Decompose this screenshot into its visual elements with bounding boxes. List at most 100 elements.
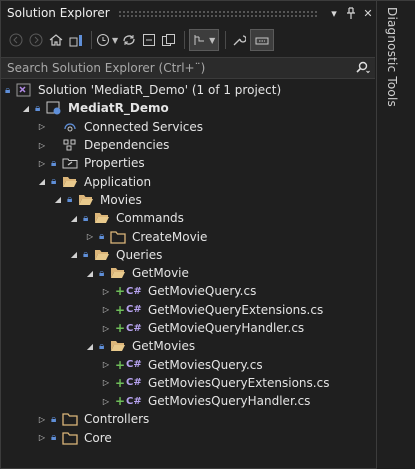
tree-item-label: Properties — [84, 156, 145, 171]
tree-item-file[interactable]: ▷ + C# GetMoviesQuery.cs — [1, 355, 375, 373]
folder-open-icon — [94, 248, 110, 262]
lock-icon: 🔒︎ — [5, 84, 11, 96]
window-position-dropdown-button[interactable]: ▾ — [327, 5, 341, 21]
tree-item-dependencies[interactable]: ▷ Dependencies — [1, 136, 375, 154]
home-icon[interactable] — [47, 29, 65, 51]
collapsed-icon[interactable]: ▷ — [101, 397, 111, 406]
collapsed-icon[interactable]: ▷ — [101, 324, 111, 333]
collapsed-icon[interactable]: ▷ — [85, 232, 95, 241]
tree-item-project[interactable]: ◢ 🔒︎ MediatR_Demo — [1, 99, 375, 117]
tree-item-label: Commands — [116, 211, 184, 226]
tree-item-label: Connected Services — [84, 119, 204, 134]
lock-icon: 🔒︎ — [51, 413, 57, 425]
toolbar: ▼ ▼ — [1, 25, 375, 55]
collapsed-icon[interactable]: ▷ — [101, 305, 111, 314]
toolbar-separator — [225, 31, 227, 49]
collapsed-icon[interactable]: ▷ — [37, 159, 47, 168]
collapsed-icon[interactable]: ▷ — [37, 122, 47, 131]
tree-item-solution[interactable]: 🔒︎ Solution 'MediatR_Demo' (1 of 1 proje… — [1, 81, 375, 99]
show-all-files-icon[interactable] — [160, 29, 178, 51]
pin-icon[interactable] — [344, 5, 358, 21]
toolbar-separator — [184, 31, 186, 49]
added-icon: + — [115, 375, 126, 390]
expanded-icon[interactable]: ◢ — [69, 214, 79, 223]
back-icon[interactable] — [7, 29, 25, 51]
title-bar: Solution Explorer ▾ ✕ — [1, 1, 375, 25]
tree-item-label: MediatR_Demo — [68, 101, 169, 116]
tree-item-get-movies[interactable]: ◢ 🔒︎ GetMovies — [1, 337, 375, 355]
switch-views-icon[interactable] — [67, 29, 85, 51]
search-input[interactable]: Search Solution Explorer (Ctrl+¨) — [7, 61, 349, 75]
tree-item-controllers[interactable]: ▷ 🔒︎ Controllers — [1, 410, 375, 428]
collapsed-icon[interactable]: ▷ — [101, 360, 111, 369]
tree-item-label: Core — [84, 430, 112, 445]
csharp-file-icon: C# — [126, 285, 142, 297]
tree-item-properties[interactable]: ▷ 🔒︎ Properties — [1, 154, 375, 172]
expanded-icon[interactable]: ◢ — [21, 104, 31, 113]
tree-item-file[interactable]: ▷ + C# GetMoviesQueryExtensions.cs — [1, 374, 375, 392]
tree-item-create-movie[interactable]: ▷ 🔒︎ CreateMovie — [1, 227, 375, 245]
expanded-icon[interactable]: ◢ — [69, 250, 79, 259]
folder-icon — [62, 412, 78, 427]
tree-item-queries[interactable]: ◢ 🔒︎ Queries — [1, 246, 375, 264]
filter-icon[interactable]: ▼ — [189, 29, 220, 51]
lock-icon: 🔒︎ — [83, 249, 89, 261]
expanded-icon[interactable]: ◢ — [53, 195, 63, 204]
tree-item-label: Application — [84, 174, 152, 189]
search-icon[interactable] — [349, 61, 375, 75]
close-icon[interactable]: ✕ — [361, 5, 375, 21]
tree-item-connected-services[interactable]: ▷ Connected Services — [1, 118, 375, 136]
tree-item-get-movie[interactable]: ◢ 🔒︎ GetMovie — [1, 264, 375, 282]
csharp-file-icon: C# — [126, 322, 142, 334]
lock-icon: 🔒︎ — [83, 212, 89, 224]
solution-explorer-window: Solution Explorer ▾ ✕ ▼ ▼ Search Solutio… — [0, 0, 415, 469]
lock-icon: 🔒︎ — [51, 176, 57, 188]
tree-item-file[interactable]: ▷ + C# GetMovieQueryHandler.cs — [1, 319, 375, 337]
tree-item-label: Dependencies — [84, 138, 170, 153]
tree-item-label: Movies — [100, 192, 142, 207]
diagnostic-tools-tab[interactable]: Diagnostic Tools — [385, 7, 399, 107]
tree-item-label: Controllers — [84, 412, 150, 427]
collapsed-icon[interactable]: ▷ — [101, 378, 111, 387]
web-project-icon — [46, 101, 62, 115]
folder-icon — [110, 230, 126, 244]
solution-tree: 🔒︎ Solution 'MediatR_Demo' (1 of 1 proje… — [1, 81, 375, 447]
history-icon[interactable]: ▼ — [96, 29, 118, 51]
sync-icon[interactable] — [120, 29, 138, 51]
chevron-down-icon[interactable]: ▼ — [112, 36, 118, 45]
tree-item-label: Queries — [116, 247, 163, 262]
tree-item-commands[interactable]: ◢ 🔒︎ Commands — [1, 209, 375, 227]
tree-item-file[interactable]: ▷ + C# GetMoviesQueryHandler.cs — [1, 392, 375, 410]
collapsed-icon[interactable]: ▷ — [37, 141, 47, 150]
collapsed-icon[interactable]: ▷ — [37, 433, 47, 442]
tree-item-label: GetMovieQueryExtensions.cs — [148, 302, 324, 317]
collapsed-icon[interactable]: ▷ — [101, 287, 111, 296]
folder-open-icon — [110, 339, 126, 353]
expanded-icon[interactable]: ◢ — [85, 342, 95, 351]
tree-item-core[interactable]: ▷ 🔒︎ Core — [1, 429, 375, 447]
collapse-all-icon[interactable] — [140, 29, 158, 51]
tree-item-file[interactable]: ▷ + C# GetMovieQuery.cs — [1, 282, 375, 300]
chevron-down-icon[interactable]: ▼ — [209, 36, 215, 45]
lock-icon: 🔒︎ — [51, 157, 57, 169]
lock-icon: 🔒︎ — [99, 267, 105, 279]
expanded-icon[interactable]: ◢ — [37, 177, 47, 186]
tree-item-movies[interactable]: ◢ 🔒︎ Movies — [1, 191, 375, 209]
folder-open-icon — [110, 266, 126, 280]
panel-title: Solution Explorer — [7, 6, 110, 20]
added-icon: + — [115, 394, 126, 409]
tree-item-file[interactable]: ▷ + C# GetMovieQueryExtensions.cs — [1, 301, 375, 319]
drag-grip[interactable] — [117, 9, 318, 17]
folder-open-icon — [62, 175, 78, 189]
lock-icon: 🔒︎ — [99, 231, 105, 243]
preview-icon[interactable] — [250, 29, 275, 51]
tree-item-application[interactable]: ◢ 🔒︎ Application — [1, 172, 375, 190]
expanded-icon[interactable]: ◢ — [85, 269, 95, 278]
search-box[interactable]: Search Solution Explorer (Ctrl+¨) — [1, 57, 375, 79]
tree-item-label: GetMoviesQueryHandler.cs — [148, 394, 311, 409]
tree-item-label: GetMoviesQueryExtensions.cs — [148, 375, 330, 390]
forward-icon[interactable] — [27, 29, 45, 51]
properties-icon[interactable] — [230, 29, 248, 51]
added-icon: + — [115, 284, 126, 299]
collapsed-icon[interactable]: ▷ — [37, 415, 47, 424]
